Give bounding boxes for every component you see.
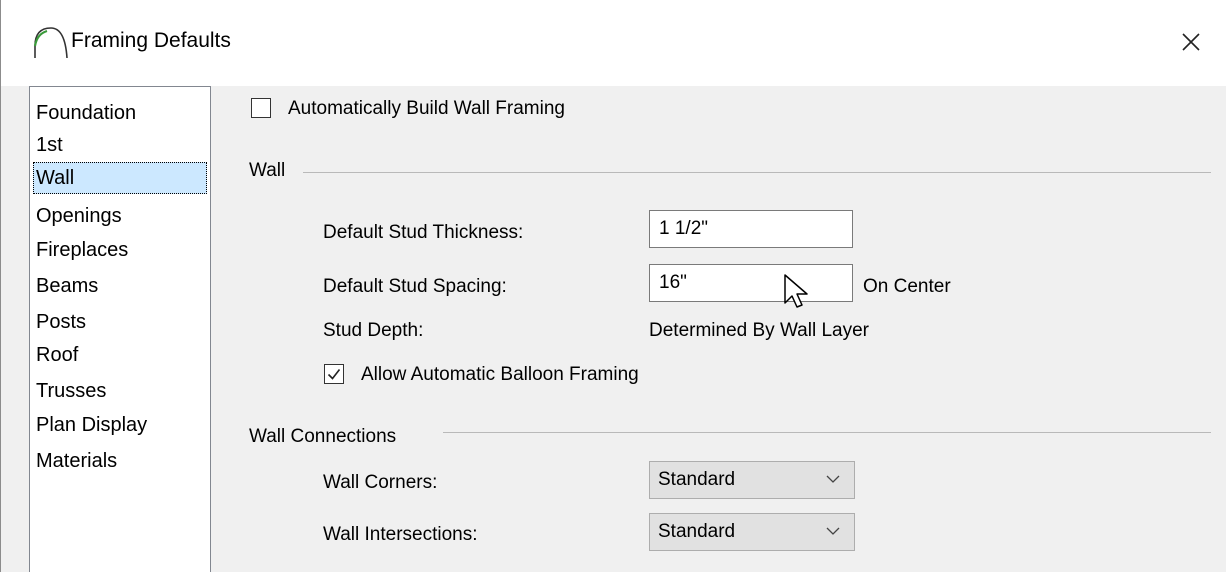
wall-group-title: Wall — [249, 160, 286, 181]
sidebar-item-trusses[interactable]: Trusses — [33, 375, 207, 407]
framing-defaults-dialog: Framing Defaults Foundation 1st Wall Ope… — [0, 0, 1226, 572]
window-title: Framing Defaults — [71, 29, 231, 52]
stud-depth-label: Stud Depth: — [323, 320, 424, 341]
sidebar-item-plan-display[interactable]: Plan Display — [33, 409, 207, 441]
sidebar-item-fireplaces[interactable]: Fireplaces — [33, 234, 207, 266]
stud-spacing-label: Default Stud Spacing: — [323, 276, 507, 297]
wall-intersections-value: Standard — [658, 521, 736, 542]
sidebar-item-posts[interactable]: Posts — [33, 306, 207, 338]
category-list[interactable]: Foundation 1st Wall Openings Fireplaces … — [29, 86, 211, 572]
stud-spacing-suffix: On Center — [863, 276, 951, 297]
arch-icon — [33, 27, 68, 59]
connections-group-title: Wall Connections — [249, 426, 397, 447]
wall-corners-select[interactable]: Standard — [649, 461, 855, 499]
sidebar-item-beams[interactable]: Beams — [33, 270, 207, 302]
stud-depth-value: Determined By Wall Layer — [649, 320, 869, 341]
stud-thickness-input[interactable]: 1 1/2" — [649, 210, 853, 248]
auto-build-checkbox[interactable] — [251, 98, 271, 118]
wall-group-divider — [303, 172, 1211, 173]
connections-group-divider — [443, 432, 1211, 433]
wall-intersections-select[interactable]: Standard — [649, 513, 855, 551]
close-icon[interactable] — [1177, 28, 1205, 56]
checkmark-icon — [327, 369, 341, 380]
chevron-down-icon — [826, 475, 840, 483]
auto-build-label[interactable]: Automatically Build Wall Framing — [288, 98, 565, 120]
stud-spacing-input[interactable]: 16" — [649, 264, 853, 302]
stud-thickness-label: Default Stud Thickness: — [323, 222, 524, 243]
sidebar-item-foundation[interactable]: Foundation — [33, 97, 207, 129]
sidebar-item-openings[interactable]: Openings — [33, 200, 207, 232]
sidebar-item-wall[interactable]: Wall — [33, 162, 207, 194]
sidebar-item-materials[interactable]: Materials — [33, 445, 207, 477]
balloon-framing-label[interactable]: Allow Automatic Balloon Framing — [361, 364, 639, 386]
title-bar: Framing Defaults — [1, 0, 1226, 86]
balloon-framing-checkbox[interactable] — [324, 364, 344, 384]
wall-intersections-label: Wall Intersections: — [323, 524, 478, 545]
wall-corners-label: Wall Corners: — [323, 472, 438, 493]
chevron-down-icon — [826, 527, 840, 535]
sidebar-item-roof[interactable]: Roof — [33, 339, 207, 371]
sidebar-item-1st[interactable]: 1st — [33, 129, 207, 161]
wall-corners-value: Standard — [658, 469, 736, 490]
